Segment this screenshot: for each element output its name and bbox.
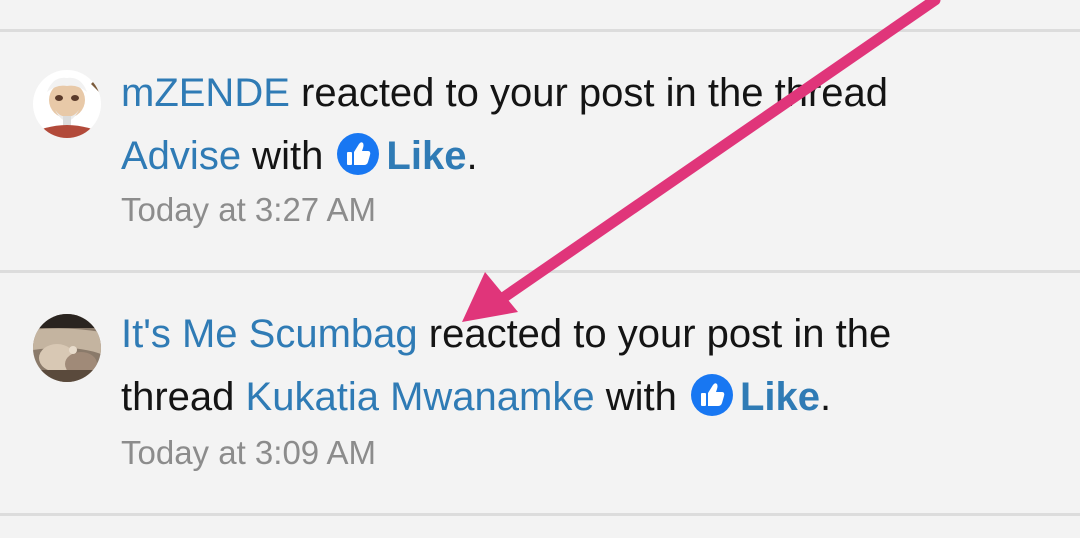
timestamp: Today at 3:09 AM xyxy=(121,434,376,471)
user-link[interactable]: It's Me Scumbag xyxy=(121,312,418,356)
reaction-label[interactable]: Like xyxy=(386,134,466,178)
period: . xyxy=(819,375,832,419)
thumbs-up-icon xyxy=(690,373,734,417)
user-link[interactable]: mZENDE xyxy=(121,71,290,115)
reaction-label[interactable]: Like xyxy=(740,375,820,419)
notification-text: mZENDE reacted to your post in the threa… xyxy=(121,62,1021,188)
bottom-divider xyxy=(0,513,1080,516)
thread-prefix: thread xyxy=(121,375,246,419)
with-text: with xyxy=(241,134,335,178)
timestamp: Today at 3:27 AM xyxy=(121,191,376,228)
period: . xyxy=(466,134,478,178)
action-text: reacted to your post in the xyxy=(417,312,892,356)
avatar-image xyxy=(33,70,101,138)
action-text: reacted to your post in the thread xyxy=(289,71,889,115)
thread-link[interactable]: Advise xyxy=(121,134,241,178)
notification-item[interactable]: It's Me Scumbag reacted to your post in … xyxy=(0,273,1080,513)
with-text: with xyxy=(594,375,688,419)
thumbs-up-icon xyxy=(336,132,380,176)
thread-link[interactable]: Kukatia Mwanamke xyxy=(246,375,595,419)
avatar[interactable] xyxy=(33,70,101,138)
notification-text: It's Me Scumbag reacted to your post in … xyxy=(121,303,1021,429)
avatar-image xyxy=(33,314,101,382)
notification-item[interactable]: mZENDE reacted to your post in the threa… xyxy=(0,32,1080,270)
avatar[interactable] xyxy=(33,314,101,382)
